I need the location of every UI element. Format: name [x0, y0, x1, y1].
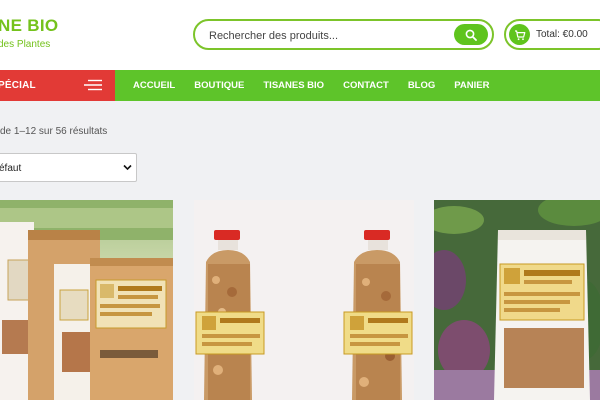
cart-icon: [509, 24, 530, 45]
cart-widget[interactable]: Total: €0.00: [504, 19, 600, 50]
search-form: [193, 19, 494, 50]
menu-icon: [84, 79, 102, 91]
nav-item-boutique[interactable]: BOUTIQUE: [194, 80, 244, 91]
search-input[interactable]: [207, 21, 451, 50]
special-label: PÉCIAL: [0, 80, 36, 91]
search-icon: [465, 29, 477, 41]
nav-item-accueil[interactable]: ACCUEIL: [133, 80, 175, 91]
cart-total: Total: €0.00: [536, 29, 588, 40]
shop-content: de 1–12 sur 56 résultats éfaut: [0, 101, 600, 400]
sort-select[interactable]: éfaut: [0, 153, 137, 182]
nav-item-panier[interactable]: PANIER: [454, 80, 489, 91]
product-image-2[interactable]: [194, 200, 414, 400]
logo-subtitle: des Plantes: [0, 39, 51, 50]
logo-title[interactable]: NE BIO: [0, 16, 58, 36]
product-card-2[interactable]: [194, 200, 414, 400]
result-count: de 1–12 sur 56 résultats: [0, 126, 108, 137]
product-card-1[interactable]: [0, 200, 173, 400]
main-navigation: PÉCIAL ACCUEIL BOUTIQUE TISANES BIO CONT…: [0, 70, 600, 101]
sort-selected-value: éfaut: [0, 163, 22, 174]
product-card-3[interactable]: [434, 200, 600, 400]
nav-menu: ACCUEIL BOUTIQUE TISANES BIO CONTACT BLO…: [133, 70, 508, 101]
product-image-1[interactable]: [0, 200, 173, 400]
search-button[interactable]: [454, 24, 488, 45]
product-image-3[interactable]: [434, 200, 600, 400]
nav-item-contact[interactable]: CONTACT: [343, 80, 389, 91]
nav-item-blog[interactable]: BLOG: [408, 80, 435, 91]
site-header: NE BIO des Plantes Total: €0.00: [0, 0, 600, 70]
chevron-down-icon: [123, 164, 132, 171]
special-categories-button[interactable]: PÉCIAL: [0, 70, 115, 101]
nav-item-tisanes-bio[interactable]: TISANES BIO: [263, 80, 324, 91]
